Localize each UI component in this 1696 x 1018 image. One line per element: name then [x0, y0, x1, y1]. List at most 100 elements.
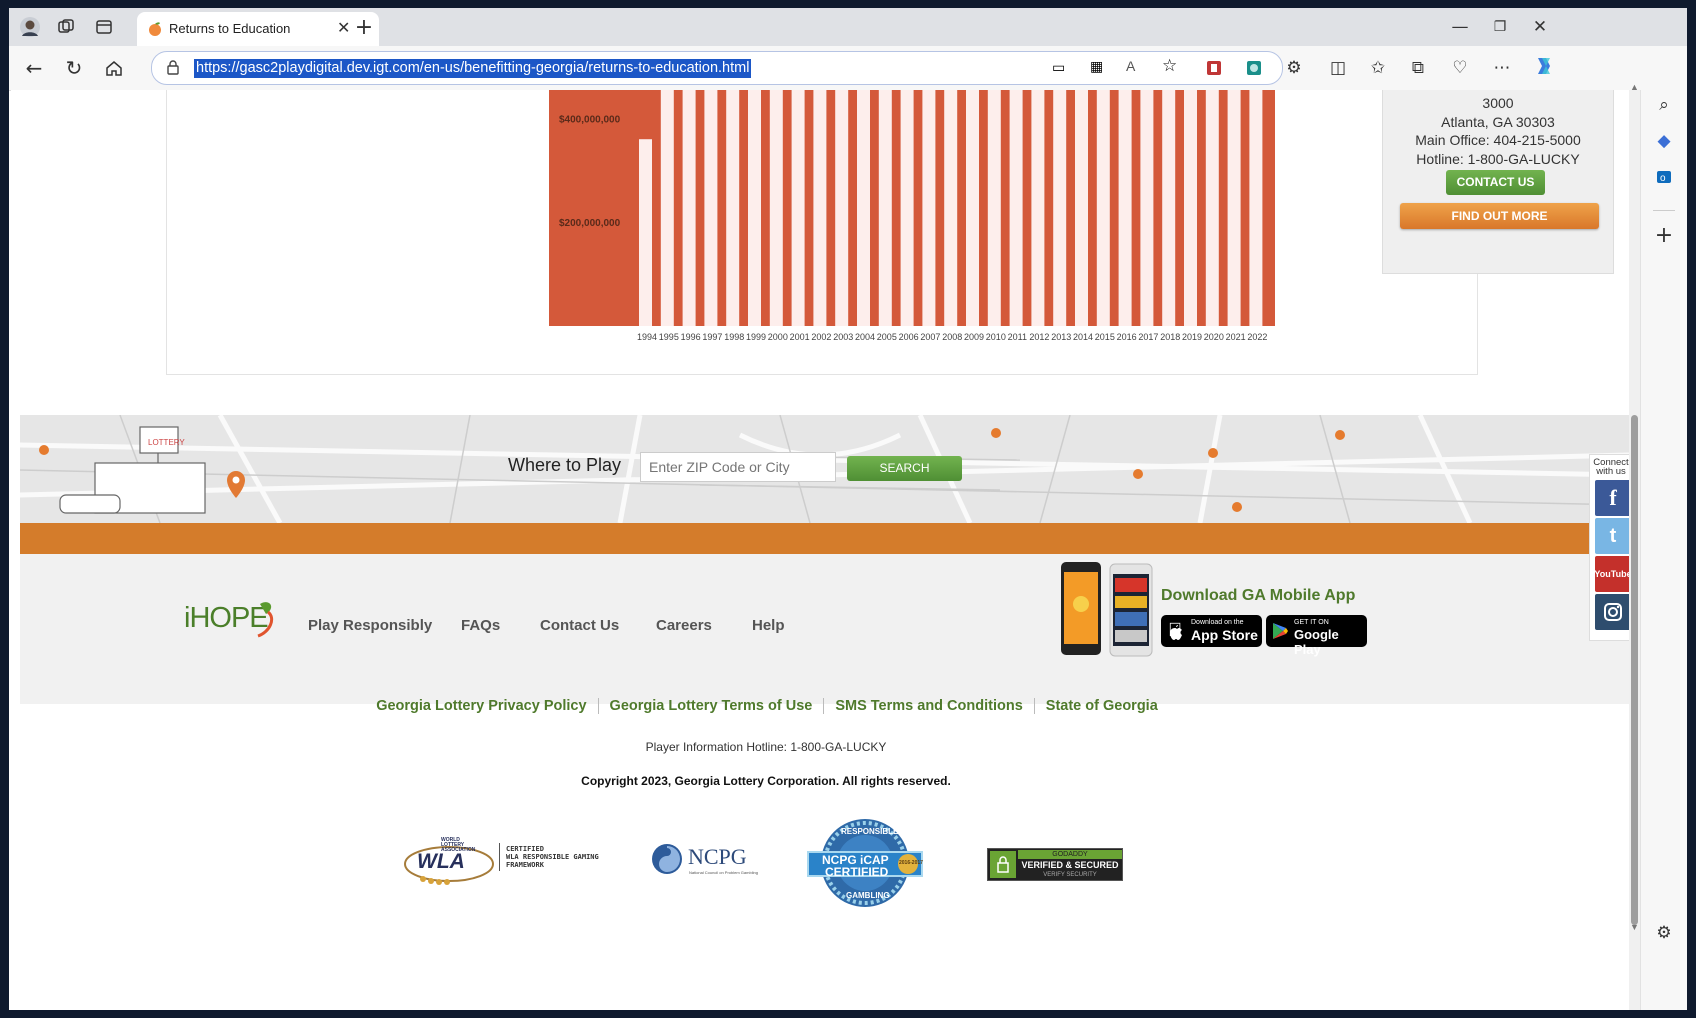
godaddy-badge[interactable]: GODADDY VERIFIED & SECURED VERIFY SECURI… — [987, 848, 1123, 881]
instagram-icon[interactable] — [1595, 594, 1629, 630]
copyright: Copyright 2023, Georgia Lottery Corporat… — [581, 774, 951, 788]
profile-avatar-icon[interactable] — [15, 12, 45, 42]
new-tab-icon[interactable]: + — [349, 12, 379, 42]
ncpg-swirl-icon — [652, 844, 682, 874]
favorite-star-icon[interactable]: ☆ — [1162, 56, 1177, 76]
footer-link-contact-us[interactable]: Contact Us — [540, 617, 619, 634]
minimize-icon[interactable]: — — [1445, 12, 1475, 42]
search-button[interactable]: SEARCH — [847, 456, 962, 481]
download-app-title: Download GA Mobile App — [1161, 587, 1356, 604]
edge-sidebar: ⌕ ◆ o + ⚙ — [1640, 90, 1687, 1010]
more-options-icon[interactable]: ⋯ — [1487, 53, 1517, 83]
page-scrollbar[interactable]: ▲ ▼ — [1629, 82, 1640, 1010]
find-out-more-button[interactable]: FIND OUT MORE — [1400, 203, 1599, 229]
godaddy-line3: VERIFY SECURITY — [1043, 872, 1097, 878]
youtube-icon[interactable]: YouTube — [1594, 556, 1629, 592]
google-play-big-text: Google Play — [1294, 627, 1339, 657]
extension-teal-icon[interactable] — [1239, 53, 1269, 83]
terms-of-use-link[interactable]: Georgia Lottery Terms of Use — [599, 698, 825, 714]
contact-city: Atlanta, GA 30303 — [1441, 113, 1555, 130]
where-to-play-title: Where to Play — [508, 455, 622, 475]
favorites-icon[interactable]: ✩ — [1363, 53, 1393, 83]
extensions-icon[interactable]: ⚙ — [1279, 53, 1309, 83]
apple-logo-icon — [1170, 625, 1182, 640]
chart-bar-2001 — [791, 90, 805, 326]
x-tick-label: 2010 — [986, 332, 1006, 342]
sidebar-add-icon[interactable]: + — [1649, 220, 1679, 250]
x-tick-label: 2022 — [1247, 332, 1267, 342]
icap-badge[interactable]: RESPONSIBLE NCPG iCAP CERTIFIED 2016-201… — [806, 818, 924, 908]
x-tick-label: 1994 — [637, 332, 657, 342]
footer-link-help[interactable]: Help — [752, 617, 785, 634]
peach-favicon-icon — [147, 21, 163, 40]
back-icon[interactable]: ← — [19, 53, 49, 83]
google-play-button[interactable]: GET IT ON Google Play — [1266, 615, 1367, 657]
sidebar-copilot-icon[interactable]: ◆ — [1649, 126, 1679, 156]
x-tick-label: 2008 — [942, 332, 962, 342]
chart-bar-2022 — [1249, 90, 1263, 326]
read-aloud-icon[interactable]: A — [1126, 58, 1135, 74]
x-tick-label: 2017 — [1138, 332, 1158, 342]
app-available-icon[interactable]: ▭ — [1052, 59, 1065, 76]
chart-bar-1996 — [682, 90, 696, 326]
icap-years: 2016-2017 — [899, 860, 923, 866]
scroll-up-icon[interactable]: ▲ — [1630, 82, 1639, 92]
ncpg-badge[interactable]: NCPG National Council on Problem Gamblin… — [651, 840, 761, 880]
connect-label-2: with us — [1596, 466, 1626, 477]
tab-returns-to-education[interactable]: Returns to Education ✕ — [137, 12, 379, 46]
tab-title: Returns to Education — [169, 21, 291, 36]
extension-red-icon[interactable] — [1199, 53, 1229, 83]
privacy-policy-link[interactable]: Georgia Lottery Privacy Policy — [365, 698, 599, 714]
app-store-small-text: Download on the — [1191, 619, 1244, 626]
chart-bar-2019 — [1184, 90, 1197, 326]
wla-certified-text: CERTIFIED — [506, 845, 544, 853]
x-tick-label: 1996 — [681, 332, 701, 342]
sidebar-outlook-icon[interactable]: o — [1649, 162, 1679, 192]
footer-link-careers[interactable]: Careers — [656, 617, 712, 634]
legal-links: Georgia Lottery Privacy Policy Georgia L… — [11, 698, 1511, 714]
x-tick-label: 2014 — [1073, 332, 1093, 342]
icap-line2: CERTIFIED — [825, 865, 889, 879]
contact-box: 3000 Atlanta, GA 30303 Main Office: 404-… — [1382, 90, 1614, 274]
twitter-icon[interactable]: t — [1595, 518, 1629, 554]
scrollbar-thumb[interactable] — [1631, 415, 1638, 925]
app-store-button[interactable]:  Download on the App Store — [1161, 615, 1262, 647]
split-screen-icon[interactable]: ◫ — [1323, 53, 1353, 83]
zip-city-input[interactable] — [640, 452, 836, 482]
wla-badge[interactable]: WLA WORLD LOTTERY ASSOCIATION CERTIFIED … — [403, 837, 608, 887]
x-tick-label: 2021 — [1226, 332, 1246, 342]
chart-bar-1995 — [660, 90, 674, 326]
x-tick-label: 2004 — [855, 332, 875, 342]
url-text[interactable]: https://gasc2playdigital.dev.igt.com/en-… — [194, 59, 752, 78]
home-icon[interactable] — [99, 53, 129, 83]
ncpg-text: NCPG — [688, 844, 747, 869]
x-tick-label: 2019 — [1182, 332, 1202, 342]
refresh-icon[interactable]: ↻ — [59, 53, 89, 83]
peach-logo-icon — [257, 602, 274, 638]
app-store-big-text: App Store — [1191, 627, 1258, 643]
chart-bar-2020 — [1205, 90, 1219, 326]
workspaces-icon[interactable] — [51, 12, 81, 42]
sidebar-search-icon[interactable]: ⌕ — [1649, 90, 1679, 120]
address-bar[interactable]: https://gasc2playdigital.dev.igt.com/en-… — [151, 51, 1283, 85]
restore-icon[interactable]: ❐ — [1485, 12, 1515, 42]
chart-bar-1997 — [704, 90, 718, 326]
ncpg-sub-text: National Council on Problem Gambling — [689, 870, 758, 875]
window-close-icon[interactable]: ✕ — [1525, 12, 1555, 42]
collections-icon[interactable]: ⧉ — [1403, 53, 1433, 83]
x-tick-label: 2011 — [1008, 332, 1027, 342]
footer-link-play-responsibly[interactable]: Play Responsibly — [308, 617, 432, 634]
reader-view-icon[interactable]: ▦ — [1090, 58, 1103, 75]
footer-link-faqs[interactable]: FAQs — [461, 617, 500, 634]
contact-us-button[interactable]: CONTACT US — [1446, 170, 1545, 195]
sidebar-settings-icon[interactable]: ⚙ — [1649, 918, 1679, 948]
sms-terms-link[interactable]: SMS Terms and Conditions — [824, 698, 1035, 714]
x-tick-label: 1997 — [702, 332, 722, 342]
godaddy-line1: GODADDY — [1018, 850, 1122, 859]
facebook-icon[interactable]: f — [1595, 480, 1629, 516]
copilot-icon[interactable] — [1529, 51, 1559, 81]
tab-actions-icon[interactable] — [89, 12, 119, 42]
browser-essentials-icon[interactable]: ♡ — [1445, 53, 1475, 83]
scroll-down-icon[interactable]: ▼ — [1630, 922, 1639, 932]
state-of-georgia-link[interactable]: State of Georgia — [1035, 698, 1169, 714]
